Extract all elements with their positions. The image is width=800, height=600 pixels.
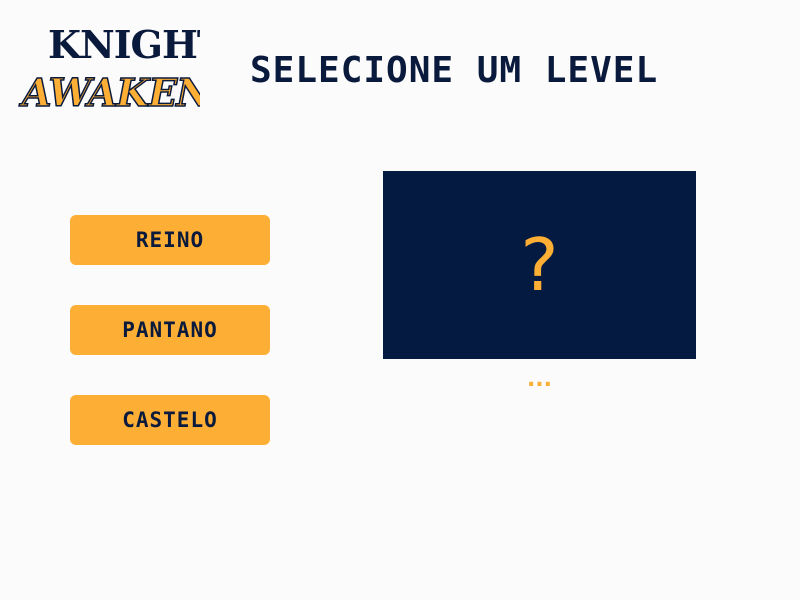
- level-preview: ?: [383, 171, 696, 359]
- question-mark-icon: ?: [520, 223, 559, 307]
- game-logo: KNIGHT AWAKENS: [18, 14, 200, 122]
- logo-line2: AWAKENS: [19, 70, 200, 115]
- level-select-screen: KNIGHT AWAKENS SELECIONE UM LEVEL REINO …: [0, 0, 800, 600]
- level-button-castelo[interactable]: CASTELO: [70, 395, 270, 445]
- level-button-reino[interactable]: REINO: [70, 215, 270, 265]
- page-title: SELECIONE UM LEVEL: [250, 50, 659, 91]
- level-button-pantano[interactable]: PANTANO: [70, 305, 270, 355]
- preview-caption: ...: [526, 367, 553, 392]
- logo-line1: KNIGHT: [48, 22, 200, 67]
- logo-svg: KNIGHT AWAKENS: [18, 22, 200, 116]
